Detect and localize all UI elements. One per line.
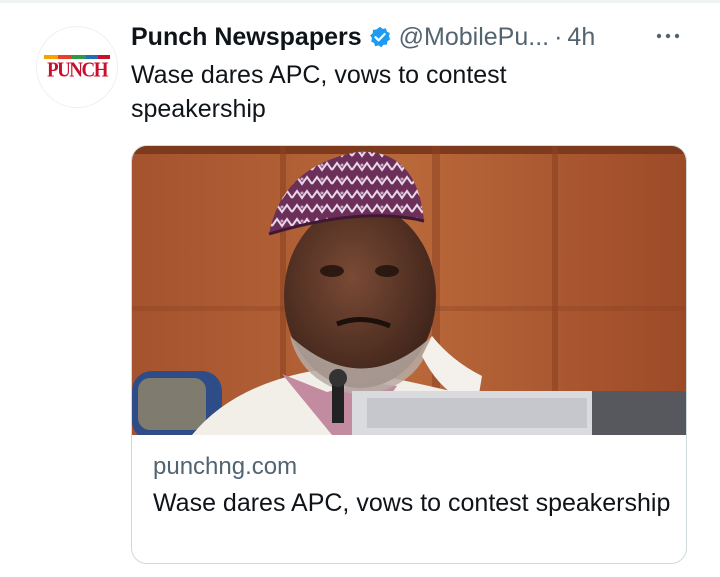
top-divider <box>0 0 720 3</box>
author-handle[interactable]: @MobilePu... <box>399 23 549 52</box>
tweet-header: Punch Newspapers @MobilePu... · 4h <box>131 19 595 55</box>
card-image[interactable] <box>132 146 686 441</box>
more-options-icon[interactable] <box>653 26 683 46</box>
avatar[interactable]: PUNCH <box>36 26 118 108</box>
card-meta: punchng.com Wase dares APC, vows to cont… <box>153 452 673 520</box>
verified-badge-icon <box>369 26 391 48</box>
author-name[interactable]: Punch Newspapers <box>131 23 362 52</box>
link-card[interactable]: punchng.com Wase dares APC, vows to cont… <box>131 145 687 564</box>
card-title: Wase dares APC, vows to contest speakers… <box>153 489 671 517</box>
separator-dot: · <box>554 22 563 51</box>
avatar-logo-text: PUNCH <box>46 58 109 82</box>
card-domain: punchng.com <box>153 453 298 480</box>
tweet-text: Wase dares APC, vows to contest speakers… <box>131 61 507 123</box>
tweet-timestamp[interactable]: 4h <box>567 23 595 52</box>
